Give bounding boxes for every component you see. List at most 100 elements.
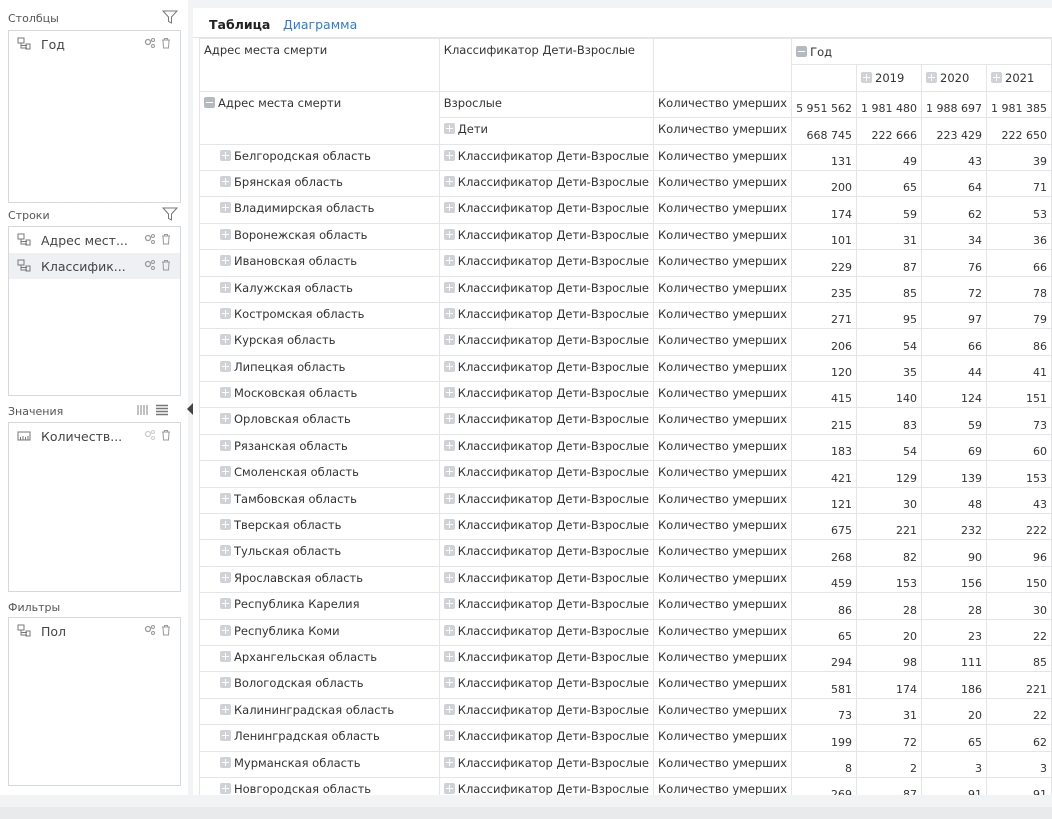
settings-icon[interactable] <box>144 429 156 441</box>
expand-icon[interactable] <box>443 149 455 161</box>
expand-icon[interactable] <box>443 571 455 583</box>
expand-icon[interactable] <box>443 624 455 636</box>
columns-layout-icon[interactable] <box>136 403 150 417</box>
tab-table[interactable]: Таблица <box>209 17 270 32</box>
expand-icon[interactable] <box>443 677 455 689</box>
expand-icon[interactable] <box>220 175 231 187</box>
region-cell[interactable]: Калужская область <box>199 275 440 303</box>
region-cell[interactable]: Вологодская область <box>199 671 440 699</box>
classifier-cell[interactable]: Классификатор Дети-Взрослые <box>438 513 655 541</box>
region-cell[interactable]: Курская область <box>199 328 440 356</box>
expand-icon[interactable] <box>443 466 455 478</box>
classifier-cell[interactable]: Классификатор Дети-Взрослые <box>438 433 655 462</box>
expand-icon[interactable] <box>220 571 231 583</box>
settings-icon[interactable] <box>144 37 156 49</box>
trash-icon[interactable] <box>160 624 172 636</box>
region-cell[interactable]: Костромская область <box>199 301 440 330</box>
header-row-field-classifier[interactable]: Классификатор Дети-Взрослые <box>438 38 655 92</box>
rows-layout-icon[interactable] <box>155 403 169 417</box>
expand-icon[interactable] <box>443 387 455 399</box>
trash-icon[interactable] <box>160 233 172 245</box>
expand-icon[interactable] <box>220 519 231 531</box>
classifier-cell[interactable]: Классификатор Дети-Взрослые <box>438 592 655 620</box>
region-cell[interactable]: Ленинградская область <box>199 724 440 752</box>
expand-icon[interactable] <box>220 360 231 372</box>
expand-icon[interactable] <box>220 413 231 425</box>
rows-box[interactable]: Адрес мест... Классифик... <box>8 226 181 396</box>
columns-field-year[interactable]: Год <box>9 31 180 57</box>
header-year-2020[interactable]: 2020 <box>921 64 988 92</box>
expand-icon[interactable] <box>220 650 231 662</box>
classifier-cell[interactable]: Классификатор Дети-Взрослые <box>438 275 655 303</box>
classifier-cell[interactable]: Классификатор Дети-Взрослые <box>438 301 655 330</box>
expand-icon[interactable] <box>443 598 455 610</box>
region-cell[interactable]: Воронежская область <box>199 222 440 251</box>
horizontal-scrollbar[interactable] <box>0 807 1052 819</box>
rows-field-address[interactable]: Адрес мест... <box>9 227 180 253</box>
expand-icon[interactable] <box>220 545 231 557</box>
settings-icon[interactable] <box>144 624 156 636</box>
expand-icon[interactable] <box>443 545 455 557</box>
region-cell[interactable]: Мурманская область <box>199 750 440 778</box>
classifier-cell[interactable]: Классификатор Дети-Взрослые <box>438 381 655 409</box>
expand-icon[interactable] <box>220 756 231 768</box>
header-row-field-address[interactable]: Адрес места смерти <box>199 38 440 92</box>
expand-icon[interactable] <box>443 519 455 531</box>
region-cell[interactable]: Московская область <box>199 381 440 409</box>
trash-icon[interactable] <box>160 429 172 441</box>
filters-field-sex[interactable]: Пол <box>9 618 180 644</box>
expand-icon[interactable] <box>861 72 873 84</box>
expand-icon[interactable] <box>443 782 455 794</box>
settings-icon[interactable] <box>144 259 156 271</box>
trash-icon[interactable] <box>160 259 172 271</box>
region-cell[interactable]: Белгородская область <box>199 143 440 171</box>
expand-icon[interactable] <box>220 255 231 267</box>
expand-icon[interactable] <box>443 281 455 293</box>
classifier-cell[interactable]: Классификатор Дети-Взрослые <box>438 486 655 515</box>
classifier-cell[interactable]: Классификатор Дети-Взрослые <box>438 143 655 171</box>
classifier-cell[interactable]: Классификатор Дети-Взрослые <box>438 671 655 699</box>
classifier-children[interactable]: Дети <box>438 117 655 145</box>
filter-icon[interactable] <box>162 207 178 221</box>
filters-box[interactable]: Пол <box>8 617 181 786</box>
expand-icon[interactable] <box>220 228 231 240</box>
expand-icon[interactable] <box>220 703 231 715</box>
expand-icon[interactable] <box>220 281 231 293</box>
expand-icon[interactable] <box>443 228 455 240</box>
expand-icon[interactable] <box>220 624 231 636</box>
region-cell[interactable]: Архангельская область <box>199 644 440 673</box>
expand-icon[interactable] <box>926 72 938 84</box>
region-cell[interactable]: Рязанская область <box>199 433 440 462</box>
expand-icon[interactable] <box>220 730 231 742</box>
region-cell[interactable]: Ивановская область <box>199 249 440 277</box>
expand-icon[interactable] <box>443 730 455 742</box>
expand-icon[interactable] <box>443 650 455 662</box>
header-year-2021[interactable]: 2021 <box>986 64 1052 92</box>
region-cell[interactable]: Тульская область <box>199 539 440 567</box>
expand-icon[interactable] <box>443 492 455 504</box>
expand-icon[interactable] <box>443 123 455 135</box>
region-cell[interactable]: Ярославская область <box>199 565 440 594</box>
region-cell[interactable]: Новгородская область <box>199 776 440 795</box>
region-cell[interactable]: Липецкая область <box>199 354 440 383</box>
expand-icon[interactable] <box>220 334 231 346</box>
classifier-cell[interactable]: Классификатор Дети-Взрослые <box>438 169 655 198</box>
expand-icon[interactable] <box>220 677 231 689</box>
classifier-cell[interactable]: Классификатор Дети-Взрослые <box>438 249 655 277</box>
region-cell[interactable]: Смоленская область <box>199 460 440 488</box>
collapse-icon[interactable] <box>796 45 808 57</box>
collapse-icon[interactable] <box>204 96 215 108</box>
classifier-cell[interactable]: Классификатор Дети-Взрослые <box>438 328 655 356</box>
region-cell[interactable]: Республика Коми <box>199 618 440 646</box>
expand-icon[interactable] <box>443 175 455 187</box>
region-cell[interactable]: Тверская область <box>199 513 440 541</box>
group-address[interactable]: Адрес места смерти <box>199 90 440 145</box>
expand-icon[interactable] <box>991 72 1003 84</box>
expand-icon[interactable] <box>443 360 455 372</box>
expand-icon[interactable] <box>220 387 231 399</box>
expand-icon[interactable] <box>443 307 455 319</box>
expand-icon[interactable] <box>220 149 231 161</box>
classifier-cell[interactable]: Классификатор Дети-Взрослые <box>438 618 655 646</box>
filter-icon[interactable] <box>162 10 178 24</box>
classifier-cell[interactable]: Классификатор Дети-Взрослые <box>438 460 655 488</box>
